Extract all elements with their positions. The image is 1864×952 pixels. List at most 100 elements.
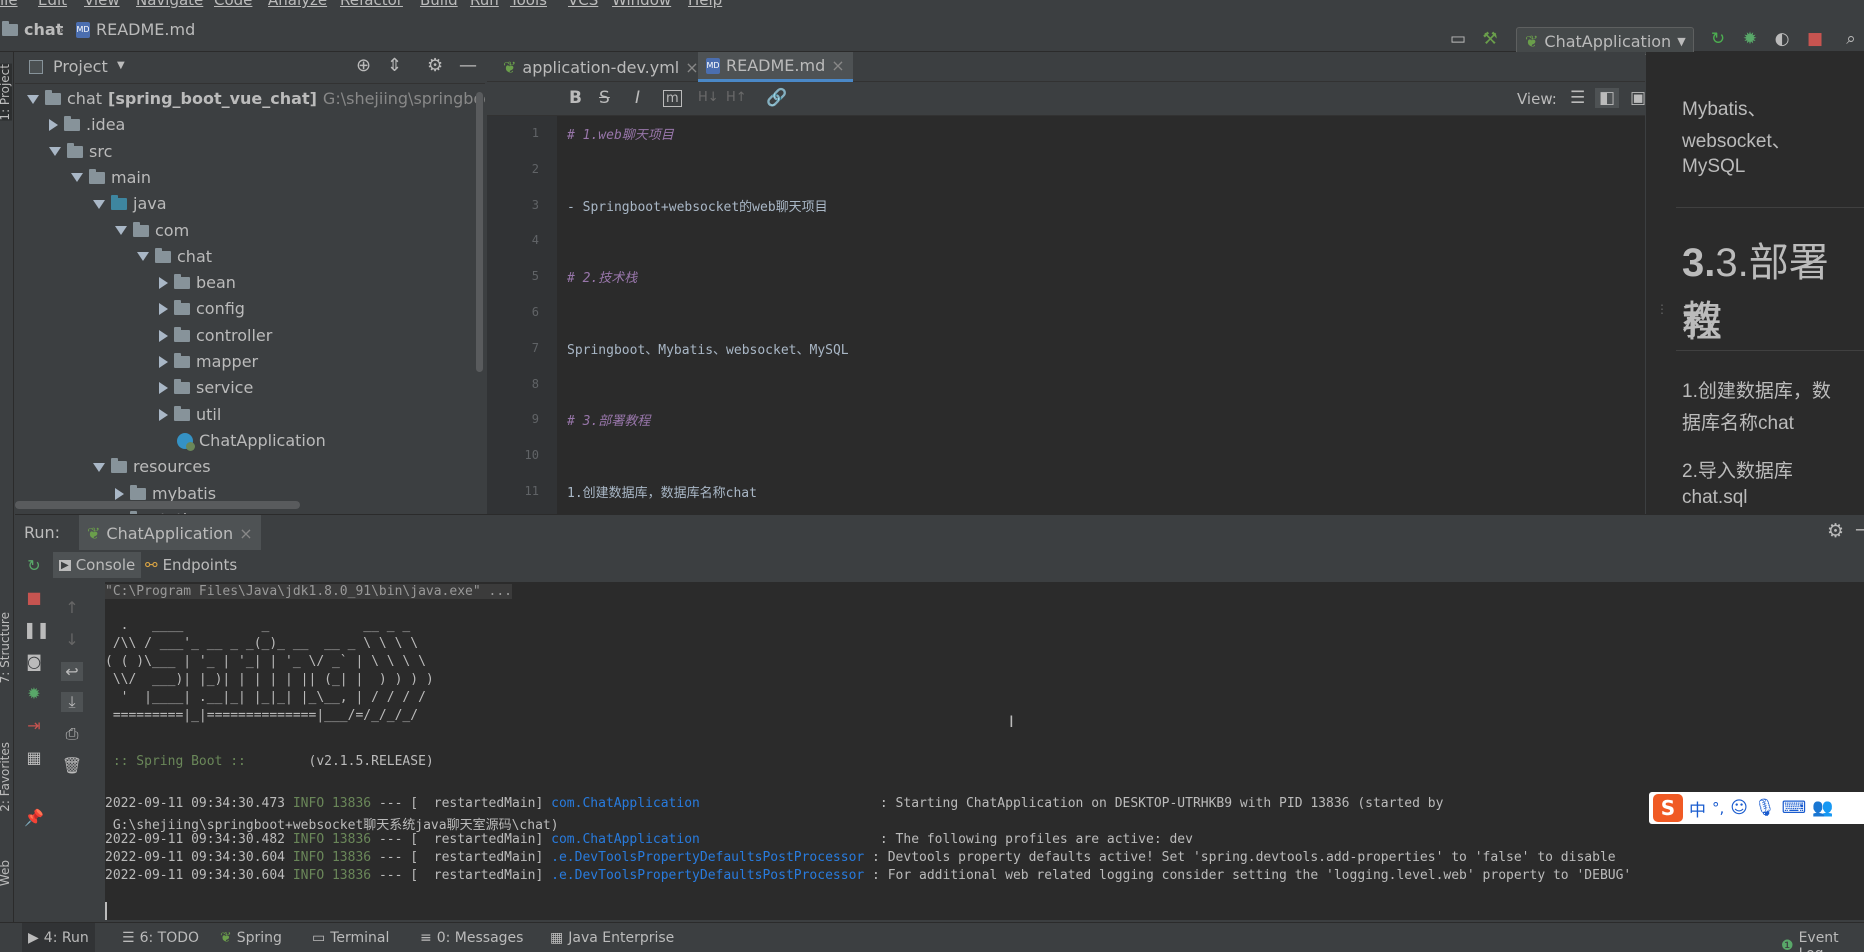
tool-tab-java-enterprise[interactable]: ▦ Java Enterprise: [550, 930, 674, 946]
menu-item[interactable]: Navigate: [136, 0, 203, 9]
menu-item[interactable]: Run: [470, 0, 499, 9]
user-icon[interactable]: 👥: [1812, 798, 1833, 818]
gear-icon[interactable]: ⚙: [1827, 520, 1844, 542]
run-with-coverage-icon[interactable]: ◐: [1773, 30, 1791, 48]
log-cls[interactable]: .e.DevToolsPropertyDefaultsPostProcessor: [551, 868, 864, 883]
expanded-arrow-icon[interactable]: [137, 252, 149, 262]
layout-icon[interactable]: ▦: [23, 748, 45, 767]
trash-icon[interactable]: 🗑: [61, 756, 83, 775]
menu-item[interactable]: Tools: [510, 0, 547, 9]
tree-item[interactable]: service: [159, 375, 253, 401]
camera-icon[interactable]: ◙: [23, 652, 45, 671]
pin-icon[interactable]: 📌: [23, 808, 45, 827]
tool-tab-web[interactable]: Web: [0, 860, 12, 886]
pause-icon[interactable]: ❚❚: [23, 620, 50, 639]
tool-tab-structure[interactable]: 7: Structure: [0, 612, 12, 683]
expanded-arrow-icon[interactable]: [49, 147, 61, 157]
tab-endpoints[interactable]: ⚯ Endpoints: [145, 552, 237, 578]
log-cls[interactable]: com.ChatApplication: [551, 796, 872, 811]
tree-item[interactable]: .idea: [49, 112, 125, 138]
rerun-icon[interactable]: ↻: [23, 556, 45, 575]
ime-toolbar[interactable]: S 中 °, ☺ 🎙 ⌨ 👥: [1649, 792, 1864, 824]
breadcrumb-file[interactable]: MD README.md: [76, 20, 195, 39]
link-icon[interactable]: 🔗: [766, 88, 787, 108]
menu-item[interactable]: ile: [0, 0, 18, 9]
tree-item[interactable]: resources: [93, 454, 211, 480]
tab-readme-md[interactable]: MD README.md ×: [698, 52, 853, 82]
tree-item[interactable]: util: [159, 402, 221, 428]
print-icon[interactable]: ⎙: [61, 724, 83, 744]
collapsed-arrow-icon[interactable]: [159, 408, 168, 421]
menu-item[interactable]: Code: [214, 0, 252, 9]
horizontal-scrollbar[interactable]: [15, 501, 300, 509]
hide-panel-icon[interactable]: —: [459, 55, 477, 76]
exit-icon[interactable]: ⇥: [23, 716, 45, 735]
run-configuration-select[interactable]: ❦ ChatApplication ▼: [1516, 27, 1694, 55]
tree-item[interactable]: mapper: [159, 349, 258, 375]
locate-file-icon[interactable]: ⊕: [356, 55, 371, 76]
ime-punctuation[interactable]: °,: [1712, 799, 1724, 817]
emoji-icon[interactable]: ☺: [1730, 798, 1748, 818]
tool-tab-run[interactable]: ▶ 4: Run: [22, 923, 95, 952]
event-log[interactable]: ❶Event Log: [1781, 930, 1864, 952]
search-everywhere-icon[interactable]: ⌕: [1842, 30, 1860, 48]
project-structure-icon[interactable]: ▭: [1449, 30, 1467, 48]
collapsed-arrow-icon[interactable]: [159, 382, 168, 395]
tree-item[interactable]: java: [93, 191, 167, 217]
strikethrough-button[interactable]: S: [599, 88, 610, 108]
italic-button[interactable]: I: [635, 88, 640, 108]
collapsed-arrow-icon[interactable]: [115, 487, 124, 500]
vertical-scrollbar[interactable]: [476, 92, 483, 372]
editor-only-icon[interactable]: ☰: [1570, 88, 1585, 108]
preview-only-icon[interactable]: ▣: [1630, 88, 1646, 108]
log-cls[interactable]: com.ChatApplication: [551, 832, 872, 847]
expanded-arrow-icon[interactable]: [115, 226, 127, 235]
expanded-arrow-icon[interactable]: [71, 173, 83, 183]
collapse-all-icon[interactable]: ⇕: [387, 55, 402, 76]
tree-item[interactable]: main: [71, 165, 151, 191]
tree-item[interactable]: ChatApplication: [159, 428, 326, 454]
tool-tab-terminal[interactable]: ▭ Terminal: [312, 930, 389, 946]
collapsed-arrow-icon[interactable]: [159, 277, 168, 290]
soft-wrap-icon[interactable]: ↩: [61, 662, 83, 681]
gear-icon[interactable]: ⚙: [427, 55, 443, 76]
menu-item[interactable]: VCS: [568, 0, 598, 9]
run-tab-chatapplication[interactable]: ❦ ChatApplication ×: [79, 515, 261, 551]
menu-item[interactable]: Refactor: [340, 0, 403, 9]
menu-item[interactable]: Analyze: [268, 0, 327, 9]
expanded-arrow-icon[interactable]: [93, 462, 105, 472]
microphone-icon[interactable]: 🎙: [1754, 798, 1776, 818]
collapsed-arrow-icon[interactable]: [159, 356, 168, 368]
hide-panel-icon[interactable]: —: [1855, 518, 1864, 540]
tree-item[interactable]: bean: [159, 270, 236, 296]
tool-tab-todo[interactable]: ☰ 6: TODO: [122, 930, 199, 946]
menu-item[interactable]: View: [84, 0, 120, 9]
scroll-to-end-icon[interactable]: ⤓: [61, 692, 83, 712]
header-up-button[interactable]: H↑: [726, 90, 747, 105]
stop-icon[interactable]: ■: [23, 588, 45, 607]
expanded-arrow-icon[interactable]: [93, 199, 105, 209]
menu-item[interactable]: Build: [420, 0, 458, 9]
tree-item[interactable]: chat [spring_boot_vue_chat] G:\shejiing\sp…: [27, 86, 485, 112]
tool-tab-spring[interactable]: ❦ Spring: [220, 930, 282, 946]
tool-tab-project[interactable]: 1: Project: [0, 64, 12, 121]
menu-item[interactable]: Help: [688, 0, 722, 9]
ime-language[interactable]: 中: [1689, 796, 1706, 821]
rerun-icon[interactable]: ↻: [1709, 30, 1727, 48]
keyboard-icon[interactable]: ⌨: [1782, 798, 1807, 818]
chevron-down-icon[interactable]: ▼: [117, 60, 125, 71]
close-icon[interactable]: ×: [831, 56, 844, 75]
up-arrow-icon[interactable]: ↑: [61, 598, 83, 617]
code-button[interactable]: m: [663, 90, 682, 107]
debug-bug-icon[interactable]: ✹: [23, 684, 45, 703]
stop-icon[interactable]: ■: [1806, 30, 1824, 48]
tree-item[interactable]: src: [49, 139, 112, 165]
menu-item[interactable]: Edit: [38, 0, 67, 9]
tool-tab-messages[interactable]: ≡ 0: Messages: [420, 930, 523, 946]
tree-item[interactable]: controller: [159, 323, 272, 349]
tab-console[interactable]: ▶ Console: [53, 552, 142, 578]
collapsed-arrow-icon[interactable]: [49, 119, 58, 132]
collapsed-arrow-icon[interactable]: [159, 329, 168, 342]
console-output[interactable]: "C:\Program Files\Java\jdk1.8.0_91\bin\j…: [105, 582, 1864, 920]
splitter-handle[interactable]: ⋮: [1656, 302, 1668, 316]
